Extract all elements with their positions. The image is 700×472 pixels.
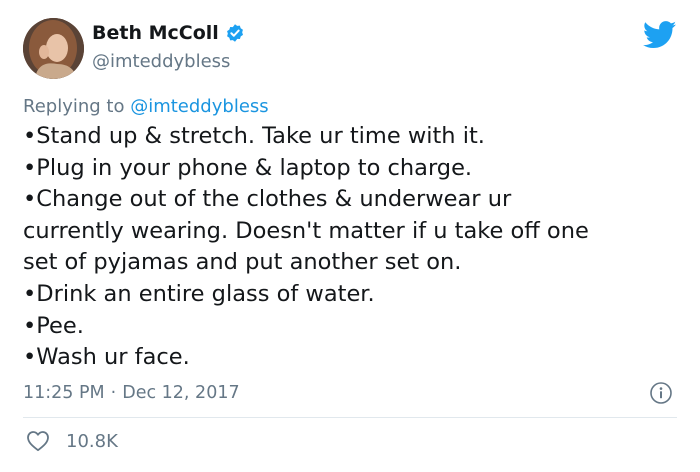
verified-badge-icon (226, 24, 243, 42)
like-button[interactable]: 10.8K (26, 430, 118, 452)
info-icon[interactable] (649, 381, 673, 405)
tweet-date: Dec 12, 2017 (122, 383, 240, 403)
tweet-line: currently wearing. Doesn't matter if u t… (23, 217, 589, 244)
tweet-line: •Change out of the clothes & underwear u… (23, 186, 512, 213)
tweet-text: •Stand up & stretch. Take ur time with i… (23, 121, 683, 374)
reply-prefix: Replying to (23, 96, 125, 117)
tweet-time: 11:25 PM (23, 383, 105, 403)
tweet-line: •Drink an entire glass of water. (23, 280, 375, 307)
tweet-line: •Stand up & stretch. Take ur time with i… (23, 123, 485, 149)
tweet-timestamp[interactable]: 11:25 PM · Dec 12, 2017 (23, 383, 240, 403)
divider (23, 417, 677, 418)
avatar[interactable] (23, 18, 84, 79)
meta-separator: · (110, 383, 117, 403)
reply-context: Replying to @imteddybless (23, 96, 269, 117)
author-name[interactable]: Beth McColl (92, 22, 245, 44)
tweet-line: set of pyjamas and put another set on. (23, 249, 462, 276)
tweet-line: •Plug in your phone & laptop to charge. (23, 154, 473, 181)
reply-mention-link[interactable]: @imteddybless (130, 96, 268, 117)
author-handle[interactable]: @imteddybless (92, 51, 230, 72)
heart-icon (27, 431, 49, 452)
tweet-card: Beth McColl @imteddybless Replying to @i… (0, 0, 700, 472)
like-count: 10.8K (66, 430, 118, 452)
author-name-text: Beth McColl (92, 22, 219, 44)
tweet-line: •Pee. (23, 312, 84, 339)
tweet-line: •Wash ur face. (23, 344, 190, 371)
twitter-bird-icon[interactable] (643, 21, 677, 49)
